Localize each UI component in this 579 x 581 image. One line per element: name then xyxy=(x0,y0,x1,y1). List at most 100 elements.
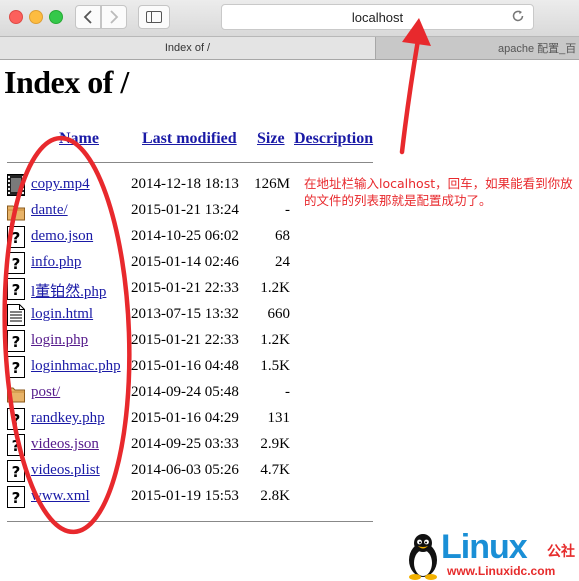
svg-text:?: ? xyxy=(12,359,21,377)
svg-text:?: ? xyxy=(12,411,21,429)
file-modified: 2014-09-24 05:48 xyxy=(131,384,239,400)
tab-label: apache 配置_百 xyxy=(498,43,577,55)
file-row: ? videos.plist 2014-06-03 05:26 4.7K xyxy=(0,459,300,485)
file-row: login.html 2013-07-15 13:32 660 xyxy=(0,303,300,329)
file-row: ? info.php 2015-01-14 02:46 24 xyxy=(0,251,300,277)
reload-icon[interactable] xyxy=(511,9,525,23)
tab-index-of[interactable]: Index of / xyxy=(0,37,376,59)
file-modified: 2014-06-03 05:26 xyxy=(131,462,239,478)
file-link[interactable]: login.html xyxy=(31,306,93,323)
watermark-url: www.Linuxidc.com xyxy=(447,564,556,578)
tux-penguin-icon xyxy=(409,534,437,580)
file-size: - xyxy=(285,384,290,400)
file-modified: 2015-01-14 02:46 xyxy=(131,254,239,270)
file-size: 68 xyxy=(275,228,290,244)
browser-toolbar: localhost xyxy=(0,0,579,37)
file-modified: 2015-01-21 22:33 xyxy=(131,280,239,296)
zoom-window-button[interactable] xyxy=(49,10,63,24)
file-modified: 2013-07-15 13:32 xyxy=(131,306,239,322)
file-row: ? randkey.php 2015-01-16 04:29 131 xyxy=(0,407,300,433)
file-size: 2.8K xyxy=(260,488,290,504)
file-link[interactable]: loginhmac.php xyxy=(31,358,121,375)
svg-text:?: ? xyxy=(12,281,21,299)
tab-label: Index of / xyxy=(164,42,211,54)
sidebar-icon xyxy=(146,11,162,23)
sort-by-size-link[interactable]: Size xyxy=(257,130,285,148)
svg-text:?: ? xyxy=(12,437,21,455)
watermark-brand-cn: 公社 xyxy=(547,544,575,560)
watermark-brand: Linux xyxy=(441,528,528,566)
file-modified: 2015-01-19 15:53 xyxy=(131,488,239,504)
file-link[interactable]: copy.mp4 xyxy=(31,176,90,193)
tab-apache-config[interactable]: apache 配置_百 xyxy=(376,37,579,59)
file-row: ? loginhmac.php 2015-01-16 04:48 1.5K xyxy=(0,355,300,381)
file-modified: 2014-10-25 06:02 xyxy=(131,228,239,244)
sort-by-modified-link[interactable]: Last modified xyxy=(142,130,237,148)
svg-text:?: ? xyxy=(12,255,21,273)
svg-text:?: ? xyxy=(12,489,21,507)
svg-text:?: ? xyxy=(12,229,21,247)
file-link[interactable]: post/ xyxy=(31,384,60,401)
text-file-icon xyxy=(7,304,25,326)
file-row: dante/2015-01-21 13:24 - xyxy=(0,199,300,225)
file-row: ? login.php 2015-01-21 22:33 1.2K xyxy=(0,329,300,355)
file-link[interactable]: info.php xyxy=(31,254,81,271)
file-row: post/2014-09-24 05:48 - xyxy=(0,381,300,407)
file-size: 4.7K xyxy=(260,462,290,478)
file-size: 2.9K xyxy=(260,436,290,452)
close-window-button[interactable] xyxy=(9,10,23,24)
chevron-right-icon xyxy=(110,10,119,24)
file-link[interactable]: videos.json xyxy=(31,436,99,453)
file-row: copy.mp4 2014-12-18 18:13 126M xyxy=(0,173,300,199)
page-title: Index of / xyxy=(4,64,129,100)
file-link[interactable]: videos.plist xyxy=(31,462,100,479)
svg-text:?: ? xyxy=(12,333,21,351)
file-row: ? www.xml 2015-01-19 15:53 2.8K xyxy=(0,485,300,511)
file-size: 126M xyxy=(254,176,290,192)
sort-by-name-link[interactable]: Name xyxy=(59,130,99,148)
movie-icon xyxy=(7,174,25,196)
unknown-file-icon: ? xyxy=(7,460,25,482)
file-link[interactable]: dante/ xyxy=(31,202,68,219)
chevron-left-icon xyxy=(83,10,92,24)
unknown-file-icon: ? xyxy=(7,486,25,508)
divider-top xyxy=(7,162,373,163)
divider-bottom xyxy=(7,521,373,522)
folder-icon xyxy=(7,200,25,222)
file-modified: 2014-12-18 18:13 xyxy=(131,176,239,192)
unknown-file-icon: ? xyxy=(7,434,25,456)
file-size: - xyxy=(285,202,290,218)
file-modified: 2015-01-21 13:24 xyxy=(131,202,239,218)
file-link[interactable]: l董铂然.php xyxy=(31,280,106,301)
watermark: Linux 公社 www.Linuxidc.com xyxy=(405,528,579,581)
unknown-file-icon: ? xyxy=(7,330,25,352)
file-modified: 2015-01-16 04:48 xyxy=(131,358,239,374)
file-link[interactable]: login.php xyxy=(31,332,88,349)
file-size: 1.2K xyxy=(260,332,290,348)
file-modified: 2015-01-16 04:29 xyxy=(131,410,239,426)
file-size: 1.2K xyxy=(260,280,290,296)
back-button[interactable] xyxy=(75,5,101,29)
sort-by-description-link[interactable]: Description xyxy=(294,130,373,148)
file-modified: 2014-09-25 03:33 xyxy=(131,436,239,452)
tab-bar: Index of / apache 配置_百 xyxy=(0,37,579,60)
file-link[interactable]: www.xml xyxy=(31,488,90,505)
file-row: ? demo.json 2014-10-25 06:02 68 xyxy=(0,225,300,251)
minimize-window-button[interactable] xyxy=(29,10,43,24)
address-text: localhost xyxy=(351,9,404,25)
address-bar[interactable]: localhost xyxy=(221,4,534,30)
sidebar-toggle-button[interactable] xyxy=(138,5,170,29)
file-link[interactable]: randkey.php xyxy=(31,410,105,427)
unknown-file-icon: ? xyxy=(7,356,25,378)
forward-button[interactable] xyxy=(101,5,127,29)
file-row: ? videos.json 2014-09-25 03:33 2.9K xyxy=(0,433,300,459)
unknown-file-icon: ? xyxy=(7,252,25,274)
annotation-note: 在地址栏输入localhost，回车，如果能看到你放的文件的列表那就是配置成功了… xyxy=(304,176,573,208)
unknown-file-icon: ? xyxy=(7,226,25,248)
folder-icon xyxy=(7,382,25,404)
file-link[interactable]: demo.json xyxy=(31,228,93,245)
file-size: 131 xyxy=(267,410,291,426)
file-row: ? l董铂然.php 2015-01-21 22:33 1.2K xyxy=(0,277,300,303)
unknown-file-icon: ? xyxy=(7,278,25,300)
file-size: 1.5K xyxy=(260,358,290,374)
